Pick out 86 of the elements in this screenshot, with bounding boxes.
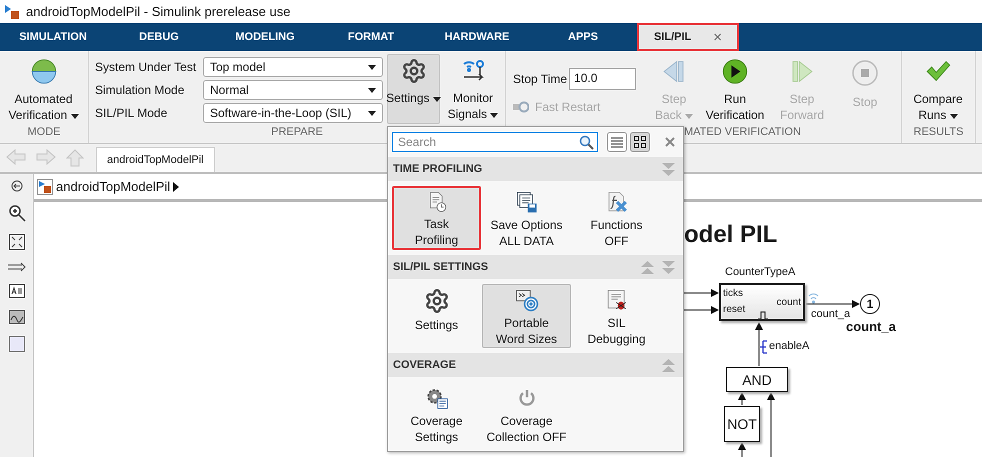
- search-field[interactable]: Search: [392, 132, 598, 152]
- list-view-button[interactable]: [607, 132, 627, 152]
- caret-icon: [368, 64, 376, 70]
- dropdown[interactable]: Software-in-the-Loop (SIL): [203, 103, 383, 123]
- trigger-icon: [758, 311, 768, 319]
- list-icon: [611, 136, 623, 148]
- gear-icon: [400, 58, 426, 84]
- caret-icon: [368, 88, 376, 92]
- section-label: MODE: [28, 126, 60, 140]
- ribbon-tab[interactable]: SIL/PIL ×: [637, 23, 739, 51]
- ribbon-tab[interactable]: SIMULATION: [0, 23, 106, 51]
- play-icon: [720, 58, 750, 85]
- section-label: MATED VERIFICATION: [684, 126, 801, 140]
- signal-monitor-icon: [808, 293, 818, 304]
- gear-icon: [424, 288, 450, 314]
- hide-icon[interactable]: [10, 180, 22, 192]
- run-button[interactable]: Run Verification: [699, 54, 771, 124]
- signal-line: [738, 392, 746, 406]
- counter-block[interactable]: ticks reset count: [719, 283, 805, 321]
- compare-runs-button[interactable]: Compare Runs: [902, 54, 974, 124]
- section-label: PREPARE: [271, 126, 323, 140]
- signal-line: [682, 306, 719, 314]
- ribbon-tab[interactable]: HARDWARE: [424, 23, 530, 51]
- fit-view-icon[interactable]: [8, 234, 24, 250]
- section-title: TIME PROFILING: [393, 163, 482, 175]
- block-name: count_a: [846, 319, 896, 334]
- signal-label: enableA: [769, 340, 810, 352]
- caret-icon: [368, 110, 376, 116]
- settings-button[interactable]: Settings: [387, 54, 440, 124]
- zoom-icon[interactable]: [8, 204, 26, 222]
- section-title: SIL/PIL SETTINGS: [393, 261, 488, 273]
- area-icon[interactable]: [8, 336, 24, 352]
- restart-icon: [513, 101, 529, 113]
- ribbon-tab[interactable]: MODELING: [212, 23, 318, 51]
- port-label: count: [776, 297, 801, 308]
- window-title: androidTopModelPil - Simulink prerelease use: [26, 4, 290, 19]
- block-name: CounterTypeA: [725, 266, 796, 278]
- input-field[interactable]: 10.0: [569, 68, 636, 90]
- close-icon[interactable]: [665, 137, 675, 147]
- signal-label: count_a: [811, 308, 850, 320]
- port-label: reset: [723, 304, 746, 315]
- arrow-icon[interactable]: [8, 262, 26, 272]
- field-label: Stop Time: [513, 72, 568, 86]
- menu-item[interactable]: Task Profiling: [392, 186, 481, 250]
- ribbon-tab[interactable]: DEBUG: [106, 23, 212, 51]
- menu-item[interactable]: Functions OFF: [572, 186, 661, 250]
- model-icon: [37, 178, 53, 194]
- enable-port-icon: [759, 340, 768, 354]
- signal-line: [738, 442, 746, 457]
- field-label: Simulation Mode: [95, 83, 186, 97]
- logic-block[interactable]: NOT: [724, 406, 760, 442]
- model-tab[interactable]: androidTopModelPil: [96, 147, 215, 172]
- section-label: RESULTS: [914, 126, 964, 140]
- ribbon-tab[interactable]: FORMAT: [318, 23, 424, 51]
- automated-verification-button[interactable]: Automated Verification: [0, 54, 87, 124]
- ribbon-tab[interactable]: APPS: [530, 23, 636, 51]
- annotation-icon[interactable]: [8, 284, 24, 298]
- field-label: SIL/PIL Mode: [95, 106, 168, 120]
- menu-item[interactable]: Portable Word Sizes: [482, 284, 571, 348]
- section-title: COVERAGE: [393, 359, 456, 371]
- signal-line: [682, 289, 719, 297]
- grid-view-button[interactable]: [630, 132, 650, 152]
- menu-item[interactable]: Coverage Collection OFF: [482, 382, 571, 446]
- menu-item[interactable]: Settings: [392, 284, 481, 348]
- image-icon[interactable]: [8, 310, 24, 324]
- model-title: odel PIL: [684, 221, 778, 249]
- menu-item[interactable]: Save Options ALL DATA: [482, 186, 571, 250]
- close-icon[interactable]: ×: [713, 28, 722, 46]
- signal-line: [767, 392, 775, 457]
- field-label: System Under Test: [95, 60, 198, 74]
- dropdown[interactable]: Top model: [203, 57, 383, 77]
- logic-block[interactable]: AND: [726, 367, 788, 392]
- grid-icon: [634, 136, 646, 148]
- signal-line: [806, 300, 860, 308]
- monitor-button[interactable]: Monitor Signals: [441, 54, 505, 124]
- caret-icon[interactable]: [173, 182, 180, 192]
- signal-line: [755, 322, 763, 366]
- menu-item[interactable]: Coverage Settings: [392, 382, 481, 446]
- stop-icon: [850, 58, 880, 88]
- outport-block[interactable]: 1: [860, 294, 880, 314]
- menu-item[interactable]: SIL Debugging: [572, 284, 661, 348]
- breadcrumb-link[interactable]: androidTopModelPil: [56, 179, 170, 194]
- dropdown[interactable]: Normal: [203, 80, 383, 100]
- port-label: ticks: [723, 288, 743, 299]
- model-icon: [4, 4, 20, 20]
- search-icon: [579, 134, 594, 150]
